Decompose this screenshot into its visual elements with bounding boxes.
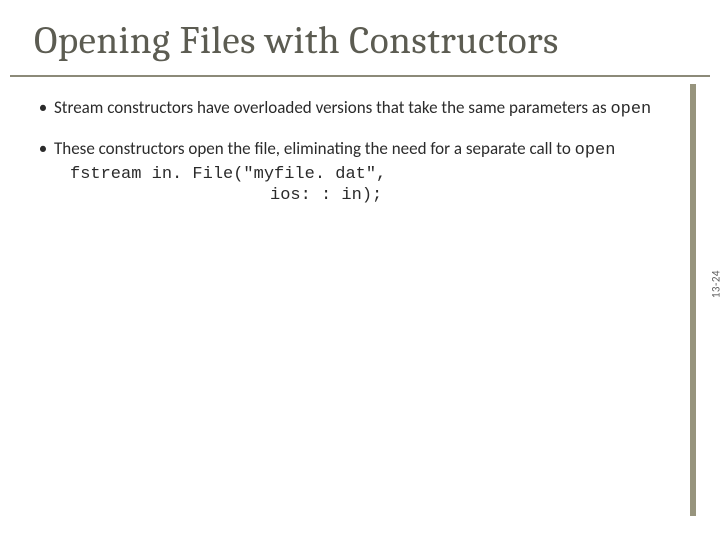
content-area: • Stream constructors have overloaded ve…: [0, 77, 720, 206]
title-area: Opening Files with Constructors: [0, 0, 720, 71]
code-line: fstream in. File("myfile. dat",: [70, 164, 615, 185]
bullet-dot-icon: •: [38, 97, 48, 118]
bullet-text: These constructors open the file, elimin…: [54, 138, 615, 206]
bullet-keyword: open: [610, 100, 651, 119]
bullet-pre: Stream constructors have overloaded vers…: [54, 97, 610, 118]
bullet-text: Stream constructors have overloaded vers…: [54, 97, 651, 120]
slide-title: Opening Files with Constructors: [34, 18, 686, 63]
page-number: 13-24: [710, 270, 720, 298]
code-line: ios: : in);: [270, 185, 615, 206]
side-accent-bar: [690, 84, 696, 516]
bullet-dot-icon: •: [38, 138, 48, 159]
bullet-keyword: open: [575, 141, 616, 160]
code-block: fstream in. File("myfile. dat", ios: : i…: [70, 164, 615, 207]
slide: Opening Files with Constructors • Stream…: [0, 0, 720, 540]
bullet-item: • Stream constructors have overloaded ve…: [38, 97, 660, 120]
bullet-item: • These constructors open the file, elim…: [38, 138, 660, 206]
bullet-pre: These constructors open the file, elimin…: [54, 138, 575, 159]
